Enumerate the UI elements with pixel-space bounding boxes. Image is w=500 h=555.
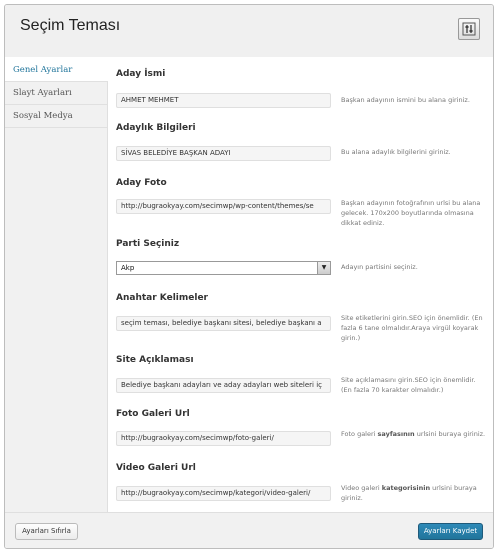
video-galeri-url-input[interactable]: http://bugraokyay.com/secimwp/kategori/v… [116,486,331,501]
chevron-down-icon[interactable]: ▼ [317,262,330,274]
field-help: Site açıklamasını girin.SEO için önemlid… [341,376,476,394]
help-text: Video galeri [341,484,382,492]
field-label: Anahtar Kelimeler [116,293,208,303]
foto-galeri-url-input[interactable]: http://bugraokyay.com/secimwp/foto-galer… [116,431,331,446]
field-label: Site Açıklaması [116,355,194,365]
field-help: Video galeri kategorisinin urlsini buray… [341,483,486,503]
anahtar-kelimeler-input[interactable]: seçim teması, belediye başkanı sitesi, b… [116,316,331,331]
sidebar-item-sosyal-medya[interactable]: Sosyal Medya [5,105,107,128]
settings-icon [462,22,476,36]
field-help: Site etiketlerini girin.SEO için önemlid… [341,314,483,342]
field-label: Video Galeri Url [116,463,196,473]
field-help: Foto galeri sayfasının urlsini buraya gi… [341,429,486,439]
settings-button[interactable] [458,18,480,40]
site-aciklamasi-input[interactable]: Belediye başkanı adayları ve aday adayla… [116,378,331,393]
help-text: urlsini buraya giriniz. [414,430,486,438]
page-title: Seçim Teması [20,17,121,34]
field-help: Başkan adayının fotoğrafının urlsi bu al… [341,199,481,227]
adaylik-bilgileri-input[interactable]: SİVAS BELEDİYE BAŞKAN ADAYI [116,146,331,161]
sidebar-item-genel-ayarlar[interactable]: Genel Ayarlar [5,59,108,82]
field-label: Adaylık Bilgileri [116,123,196,133]
settings-panel: Seçim Teması Genel Ayarlar Slayt Ayarlar… [4,4,494,549]
field-label: Parti Seçiniz [116,239,180,249]
panel-header: Seçim Teması [5,5,493,57]
field-label: Aday İsmi [116,69,166,79]
parti-select[interactable]: Akp ▼ [116,261,331,275]
field-help: Adayın partisini seçiniz. [341,263,418,271]
field-label: Aday Foto [116,178,167,188]
field-label: Foto Galeri Url [116,409,190,419]
aday-ismi-input[interactable]: AHMET MEHMET [116,93,331,108]
help-emphasis: kategorisinin [381,484,431,492]
sidebar-item-slayt-ayarlari[interactable]: Slayt Ayarları [5,82,107,105]
panel-footer: Ayarları Sıfırla Ayarları Kaydet [5,512,493,548]
save-settings-button[interactable]: Ayarları Kaydet [418,523,483,540]
field-help: Başkan adayının ismini bu alana giriniz. [341,96,470,104]
help-text: Foto galeri [341,430,378,438]
help-emphasis: sayfasının [377,430,415,438]
reset-settings-button[interactable]: Ayarları Sıfırla [15,523,78,540]
parti-select-value: Akp [121,264,135,272]
field-help: Bu alana adaylık bilgilerini giriniz. [341,148,451,156]
aday-foto-input[interactable]: http://bugraokyay.com/secimwp/wp-content… [116,199,331,214]
settings-sidebar: Genel Ayarlar Slayt Ayarları Sosyal Medy… [5,59,108,512]
